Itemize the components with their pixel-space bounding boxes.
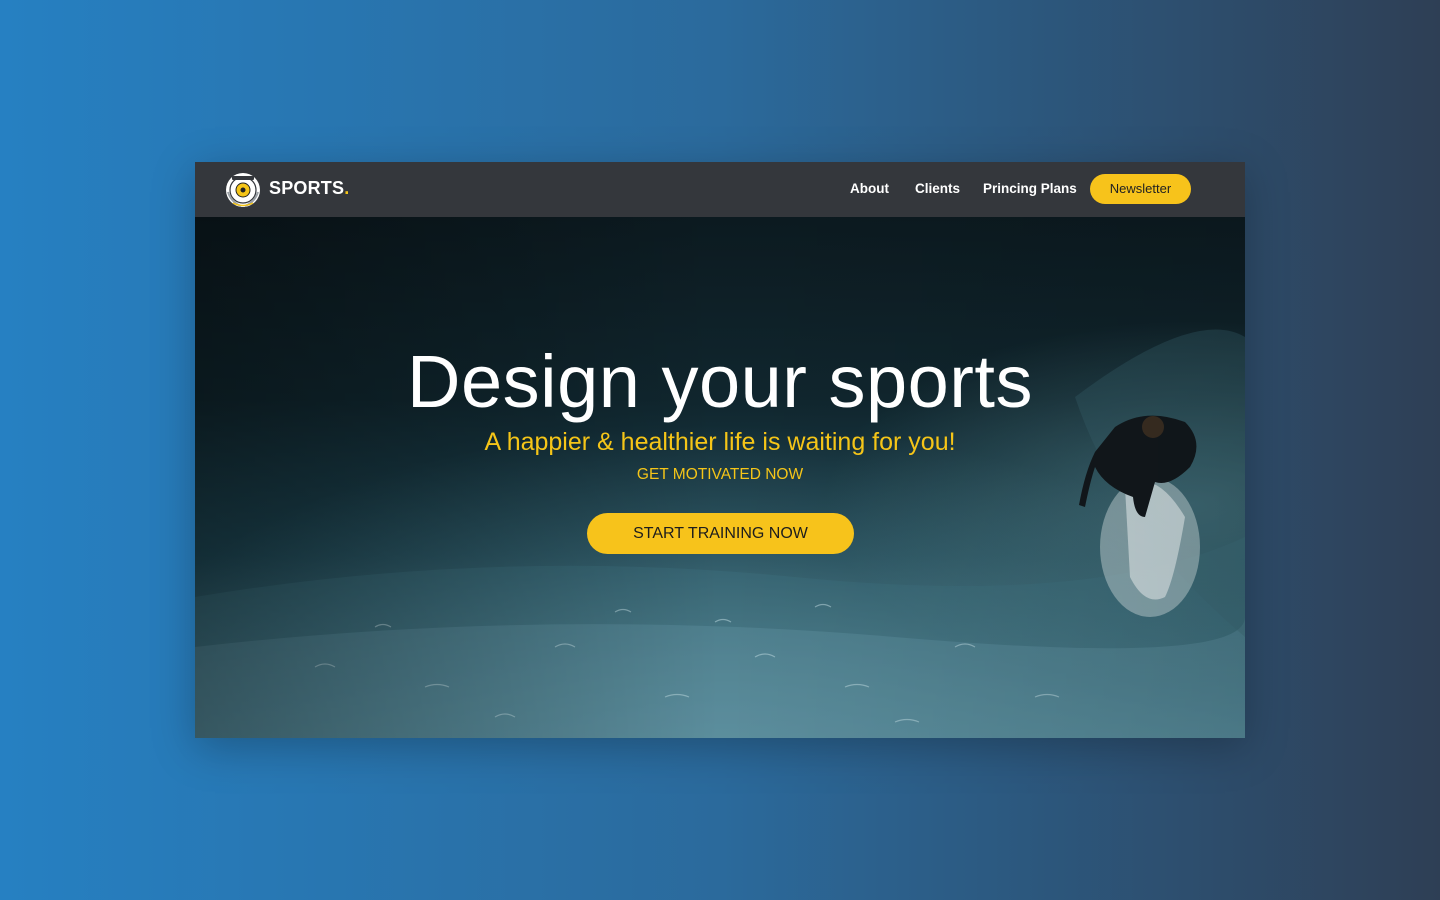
brand-dot: . <box>344 178 350 198</box>
nav-link-clients[interactable]: Clients <box>915 181 960 196</box>
nav-link-pricing-plans[interactable]: Princing Plans <box>983 181 1077 196</box>
start-training-button[interactable]: START TRAINING NOW <box>587 513 854 554</box>
club-emblem-icon[interactable] <box>223 170 263 210</box>
hero-subtitle: A happier & healthier life is waiting fo… <box>484 428 956 456</box>
hero-section: Design your sports A happier & healthier… <box>195 217 1245 738</box>
newsletter-button[interactable]: Newsletter <box>1090 174 1191 204</box>
navbar: SPORTS. About Clients Princing Plans New… <box>195 162 1245 217</box>
nav-link-about[interactable]: About <box>850 181 889 196</box>
hero-tagline: GET MOTIVATED NOW <box>636 466 804 483</box>
website-frame: SPORTS. About Clients Princing Plans New… <box>195 162 1245 738</box>
hero-title: Design your sports <box>407 340 1033 423</box>
brand-name: SPORTS <box>269 178 345 198</box>
brand-logo-text[interactable]: SPORTS. <box>269 178 349 199</box>
